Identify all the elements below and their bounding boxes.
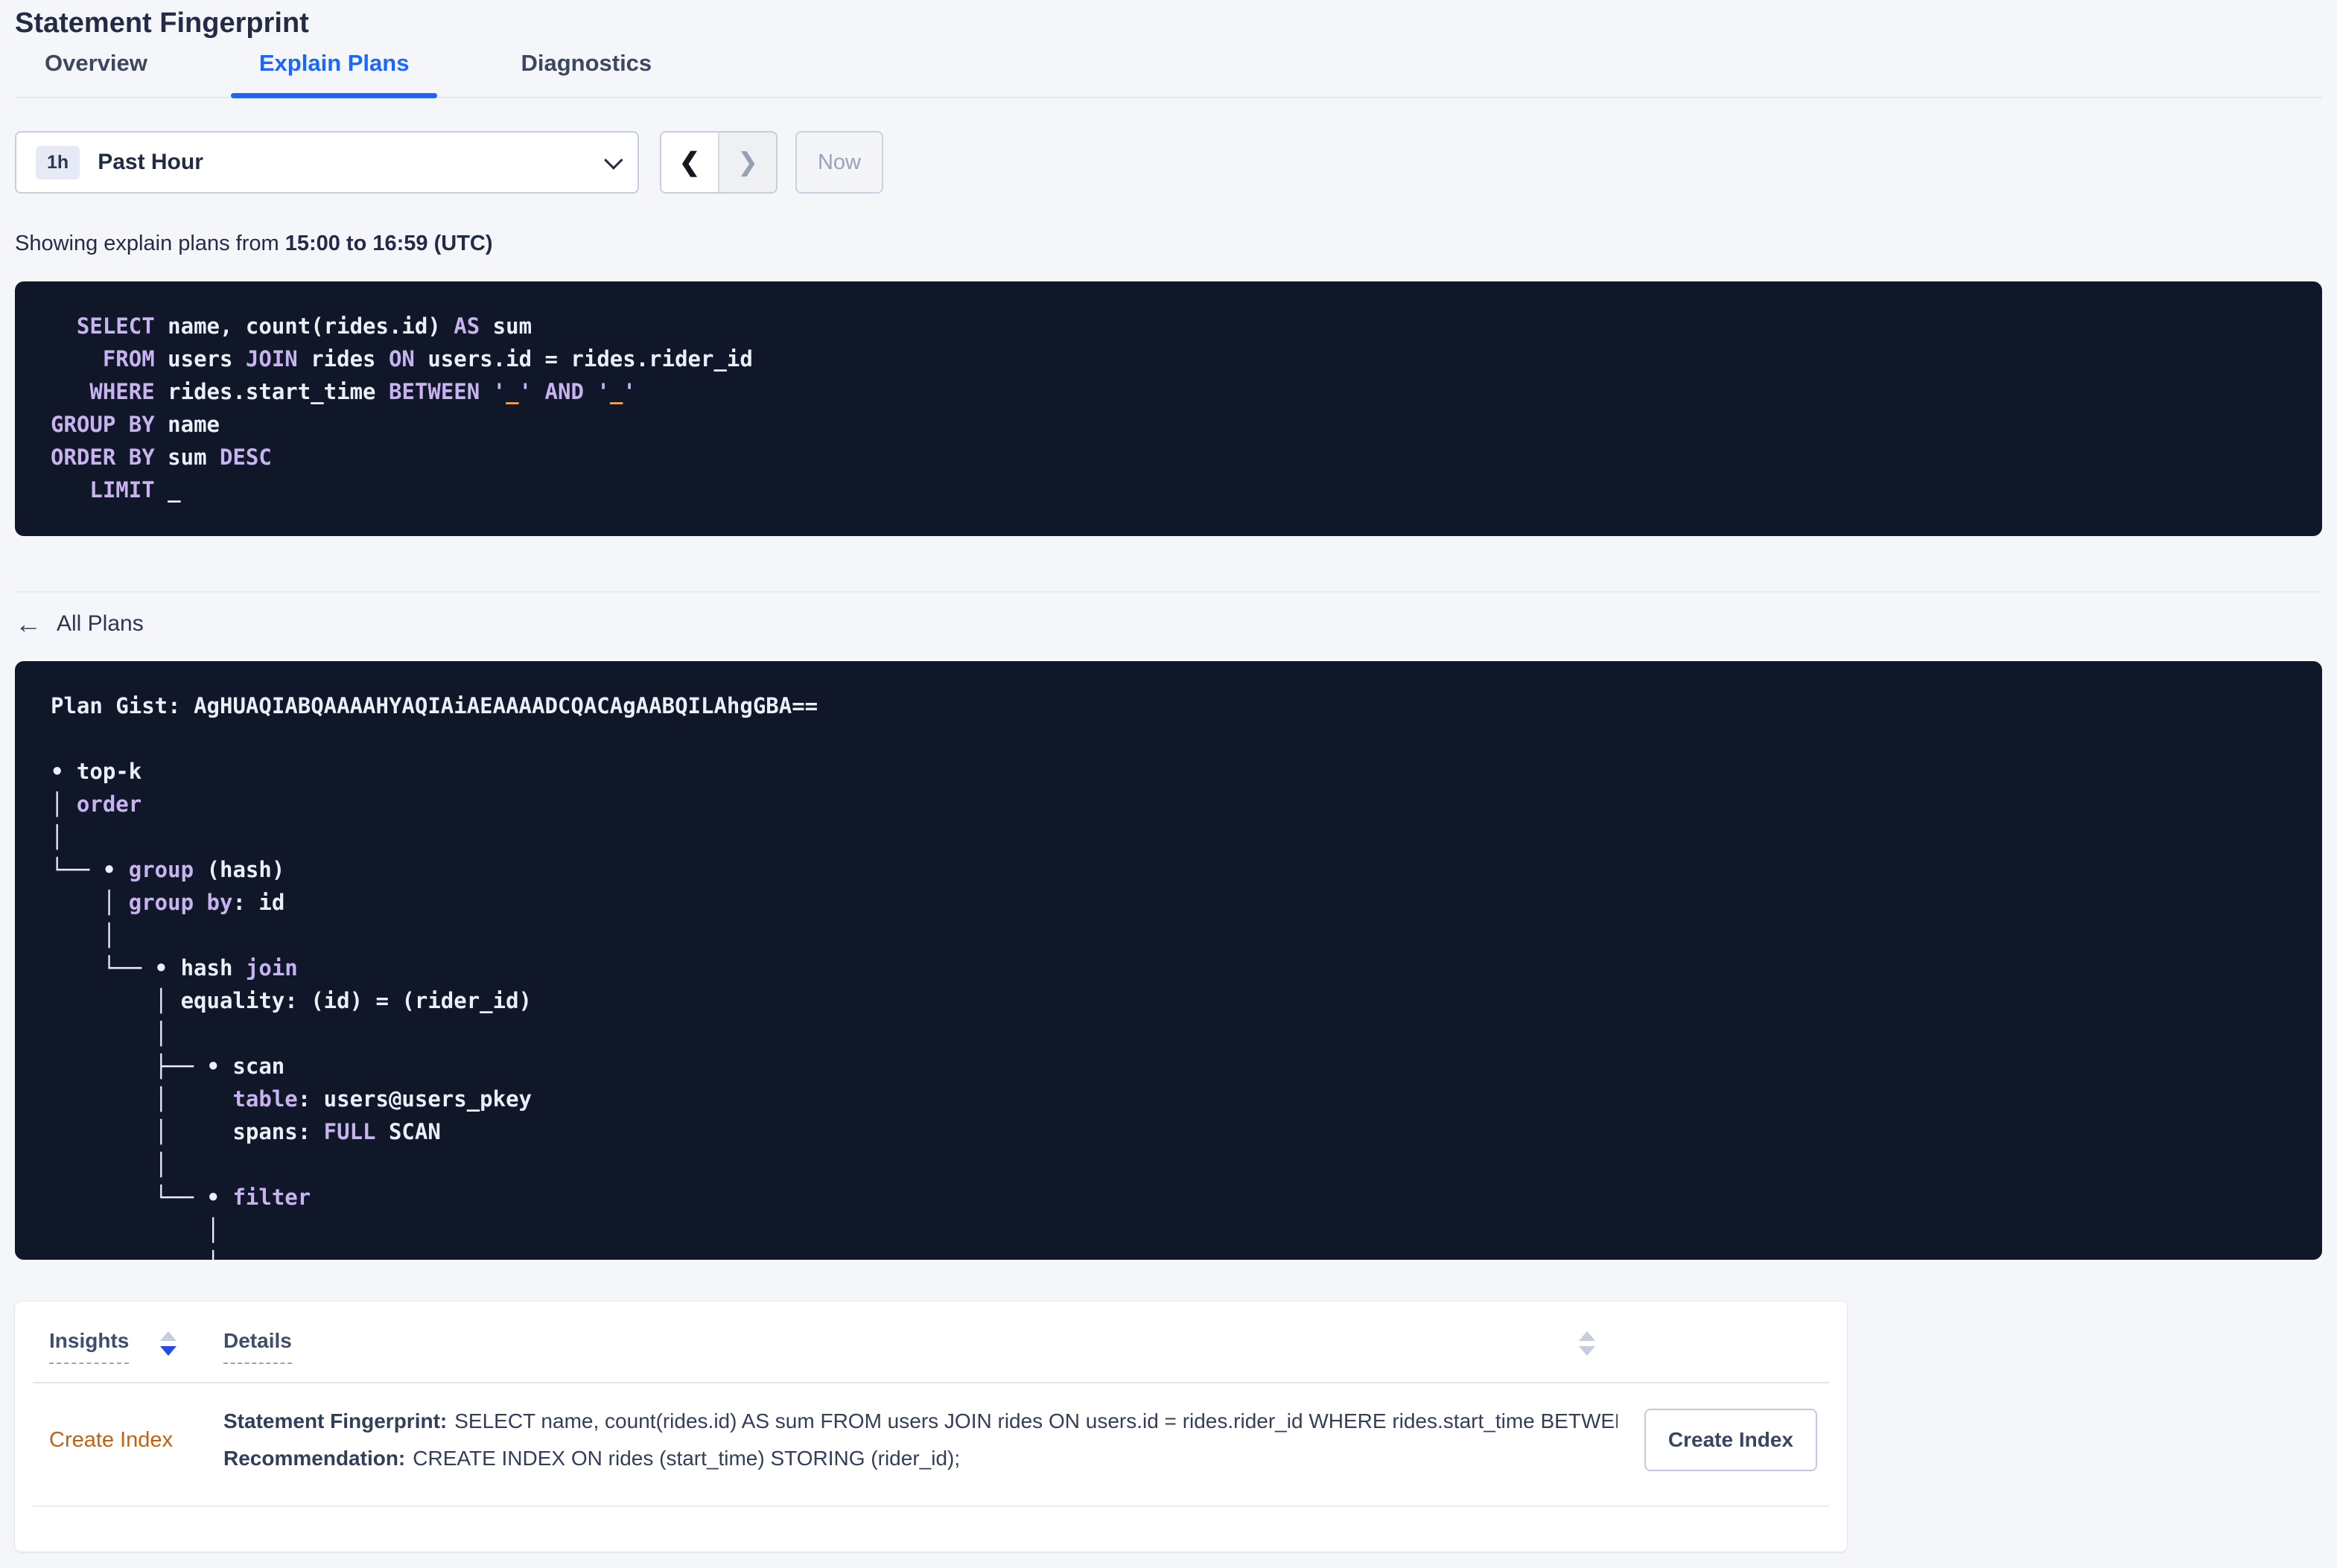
column-header-details[interactable]: Details <box>223 1328 292 1364</box>
sort-up-icon <box>160 1331 177 1341</box>
all-plans-label: All Plans <box>57 611 144 636</box>
chevron-down-icon <box>604 150 623 170</box>
insight-type-cell: Create Index <box>49 1428 223 1453</box>
time-controls: 1h Past Hour ❮ ❯ Now <box>15 131 2322 194</box>
recommendation-label: Recommendation: <box>223 1447 406 1470</box>
chevron-right-icon: ❯ <box>737 148 759 176</box>
insights-table-header: Insights Details <box>15 1301 1847 1382</box>
plan-gist-label: Plan Gist: <box>51 693 194 718</box>
tab-explain-plans[interactable]: Explain Plans <box>230 49 437 98</box>
row-divider <box>33 1505 1829 1507</box>
next-time-button[interactable]: ❯ <box>719 133 776 192</box>
recommendation-line: Recommendation: CREATE INDEX ON rides (st… <box>223 1444 1618 1473</box>
showing-range-prefix: Showing explain plans from <box>15 232 285 255</box>
time-range-badge: 1h <box>36 145 80 179</box>
insights-table-card: Insights Details Create Index Statement … <box>15 1301 1847 1552</box>
back-arrow-icon: ← <box>15 608 42 639</box>
insight-details-cell: Statement Fingerprint: SELECT name, count… <box>223 1407 1618 1473</box>
create-index-button[interactable]: Create Index <box>1644 1409 1817 1471</box>
showing-range-value: 15:00 to 16:59 (UTC) <box>284 232 493 255</box>
create-index-link[interactable]: Create Index <box>49 1428 173 1452</box>
page-title: Statement Fingerprint <box>15 7 309 39</box>
tab-bar: Overview Explain Plans Diagnostics <box>15 49 2322 98</box>
statement-fingerprint-value: SELECT name, count(rides.id) AS sum FROM… <box>454 1409 1618 1432</box>
tab-overview[interactable]: Overview <box>45 49 147 97</box>
statement-fingerprint-label: Statement Fingerprint: <box>223 1409 448 1432</box>
statement-fingerprint-page: Statement Fingerprint Overview Explain P… <box>0 4 2337 1552</box>
plan-gist-value: AgHUAQIABQAAAAHYAQIAiAEAAAADCQACAgAABQIL… <box>194 693 818 718</box>
time-range-dropdown[interactable]: 1h Past Hour <box>15 131 639 194</box>
recommendation-value: CREATE INDEX ON rides (start_time) STORI… <box>413 1447 961 1470</box>
sort-insights-control[interactable] <box>160 1331 177 1356</box>
chevron-left-icon: ❮ <box>678 148 701 176</box>
sql-statement: SELECT name, count(rides.id) AS sum FROM… <box>51 313 753 503</box>
sort-down-icon <box>160 1346 177 1356</box>
all-plans-back-link[interactable]: ← All Plans <box>15 611 144 637</box>
insight-row: Create Index Statement Fingerprint: SELEC… <box>15 1383 1847 1505</box>
prev-time-button[interactable]: ❮ <box>661 133 719 192</box>
time-step-button-group: ❮ ❯ <box>660 131 778 194</box>
sort-details-control[interactable] <box>1579 1331 1595 1356</box>
now-button[interactable]: Now <box>795 131 883 194</box>
time-range-label: Past Hour <box>98 150 203 174</box>
section-divider <box>15 591 2322 593</box>
tab-diagnostics[interactable]: Diagnostics <box>521 49 652 97</box>
statement-fingerprint-line: Statement Fingerprint: SELECT name, count… <box>223 1407 1618 1435</box>
plan-gist-panel: Plan Gist: AgHUAQIABQAAAAHYAQIAiAEAAAADC… <box>15 661 2322 1260</box>
plan-gist-line: Plan Gist: AgHUAQIABQAAAAHYAQIAiAEAAAADC… <box>51 689 2286 722</box>
plan-tree: • top-k │ order │ └── • group (hash) │ g… <box>51 759 532 1260</box>
insights-column-header-group: Insights <box>49 1328 223 1364</box>
sql-statement-panel: SELECT name, count(rides.id) AS sum FROM… <box>15 281 2322 536</box>
showing-range-text: Showing explain plans from 15:00 to 16:5… <box>15 229 2322 258</box>
sort-down-icon <box>1579 1346 1595 1356</box>
sort-up-icon <box>1579 1331 1595 1341</box>
column-header-insights[interactable]: Insights <box>49 1328 130 1364</box>
